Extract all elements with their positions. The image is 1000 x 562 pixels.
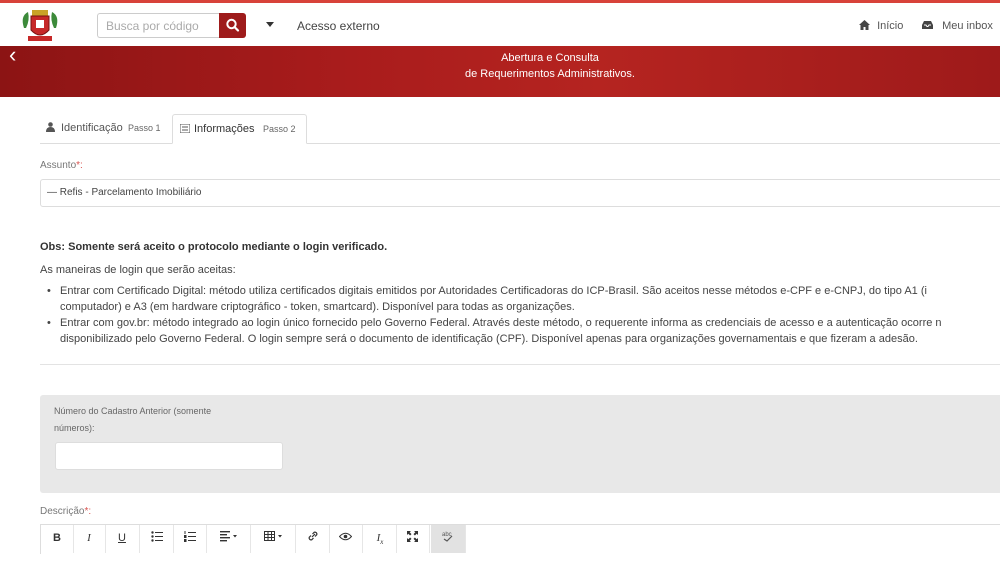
clear-format-button[interactable]: Ix [364,525,397,553]
previous-registry-input[interactable] [55,442,283,470]
code-search [97,13,247,40]
tab-identificacao-step: Passo 1 [128,123,161,133]
divider [40,364,1000,365]
city-logo[interactable] [20,8,60,44]
home-icon [859,20,870,30]
preview-button[interactable] [329,525,363,553]
link-icon [308,531,318,541]
previous-registry-label-line-2: números): [54,423,95,433]
home-label: Início [877,20,904,32]
fullscreen-icon [407,531,418,542]
list-item-text: Entrar com gov.br: método integrado ao l… [60,317,942,329]
italic-button[interactable]: I [73,525,106,553]
home-link[interactable]: Início [859,20,903,32]
list-item-text: Entrar com Certificado Digital: método u… [60,285,927,297]
subject-label: Assunto [40,160,77,171]
inbox-link[interactable]: Meu inbox [922,20,993,32]
table-dropdown[interactable] [252,525,296,553]
inbox-label: Meu inbox [942,20,993,32]
caret-down-icon[interactable] [266,22,274,27]
bullet-list-button[interactable] [141,525,174,553]
list-item-continuation: computador) e A3 (em hardware criptográf… [47,299,1000,315]
tab-identificacao[interactable]: Identificação Passo 1 [40,114,168,142]
previous-registry-label-line-1: Número do Cadastro Anterior (somente [54,406,212,416]
inbox-icon [922,21,933,29]
required-mark: *: [84,506,92,517]
external-access-link[interactable]: Acesso externo [297,19,380,33]
tab-identificacao-label: Identificação [61,122,123,134]
table-icon [263,531,282,541]
list-icon [180,124,190,133]
tab-informacoes[interactable]: Informações Passo 2 [172,114,307,144]
spellcheck-button[interactable]: abc [431,525,466,553]
top-navbar: Acesso externo Início Meu inbox [0,3,1000,46]
page-banner: ‹ Abertura e Consulta de Requerimentos A… [0,46,1000,97]
required-mark: *: [76,160,83,171]
subject-label-wrapper: Assunto*: [40,160,83,171]
subject-select[interactable]: — Refis - Parcelamento Imobiliário [40,179,1000,207]
description-label: Descrição [40,506,85,517]
fullscreen-button[interactable] [396,525,430,553]
banner-title-line-2: de Requerimentos Administrativos. [465,68,635,80]
search-input[interactable] [97,13,219,38]
search-icon [226,18,240,32]
eye-icon [338,532,353,541]
underline-button[interactable]: U [105,525,140,553]
numbered-list-icon [183,531,196,542]
banner-title-line-1: Abertura e Consulta [501,52,599,64]
tab-informacoes-label: Informações [194,123,255,135]
numbered-list-button[interactable] [173,525,207,553]
align-dropdown[interactable] [208,525,251,553]
bold-button[interactable]: B [41,525,74,553]
align-left-icon [220,531,237,542]
list-item: Entrar com gov.br: método integrado ao l… [47,315,1000,331]
clear-format-icon: Ix [376,532,384,547]
link-button[interactable] [297,525,330,553]
bullet-list-icon [151,531,163,542]
search-button[interactable] [219,13,246,38]
list-item-text: disponibilizado pelo Governo Federal. O … [60,333,918,345]
editor-toolbar: B I U Ix abc [40,524,1000,554]
subject-select-value: — Refis - Parcelamento Imobiliário [47,187,202,198]
spellcheck-icon: abc [442,532,453,542]
tab-informacoes-step: Passo 2 [263,124,296,134]
step-tabs: Identificação Passo 1 Informações Passo … [40,114,1000,144]
list-item-continuation: disponibilizado pelo Governo Federal. O … [47,331,1000,347]
list-item-text: computador) e A3 (em hardware criptográf… [60,301,575,313]
login-methods-intro: As maneiras de login que serão aceitas: [40,264,236,276]
login-notice-title: Obs: Somente será aceito o protocolo med… [40,241,388,253]
description-label-wrapper: Descrição*: [40,506,91,517]
previous-registry-panel: Número do Cadastro Anterior (somente núm… [40,395,1000,493]
login-methods-list: Entrar com Certificado Digital: método u… [47,283,1000,347]
list-item: Entrar com Certificado Digital: método u… [47,283,1000,299]
user-icon [46,122,55,132]
